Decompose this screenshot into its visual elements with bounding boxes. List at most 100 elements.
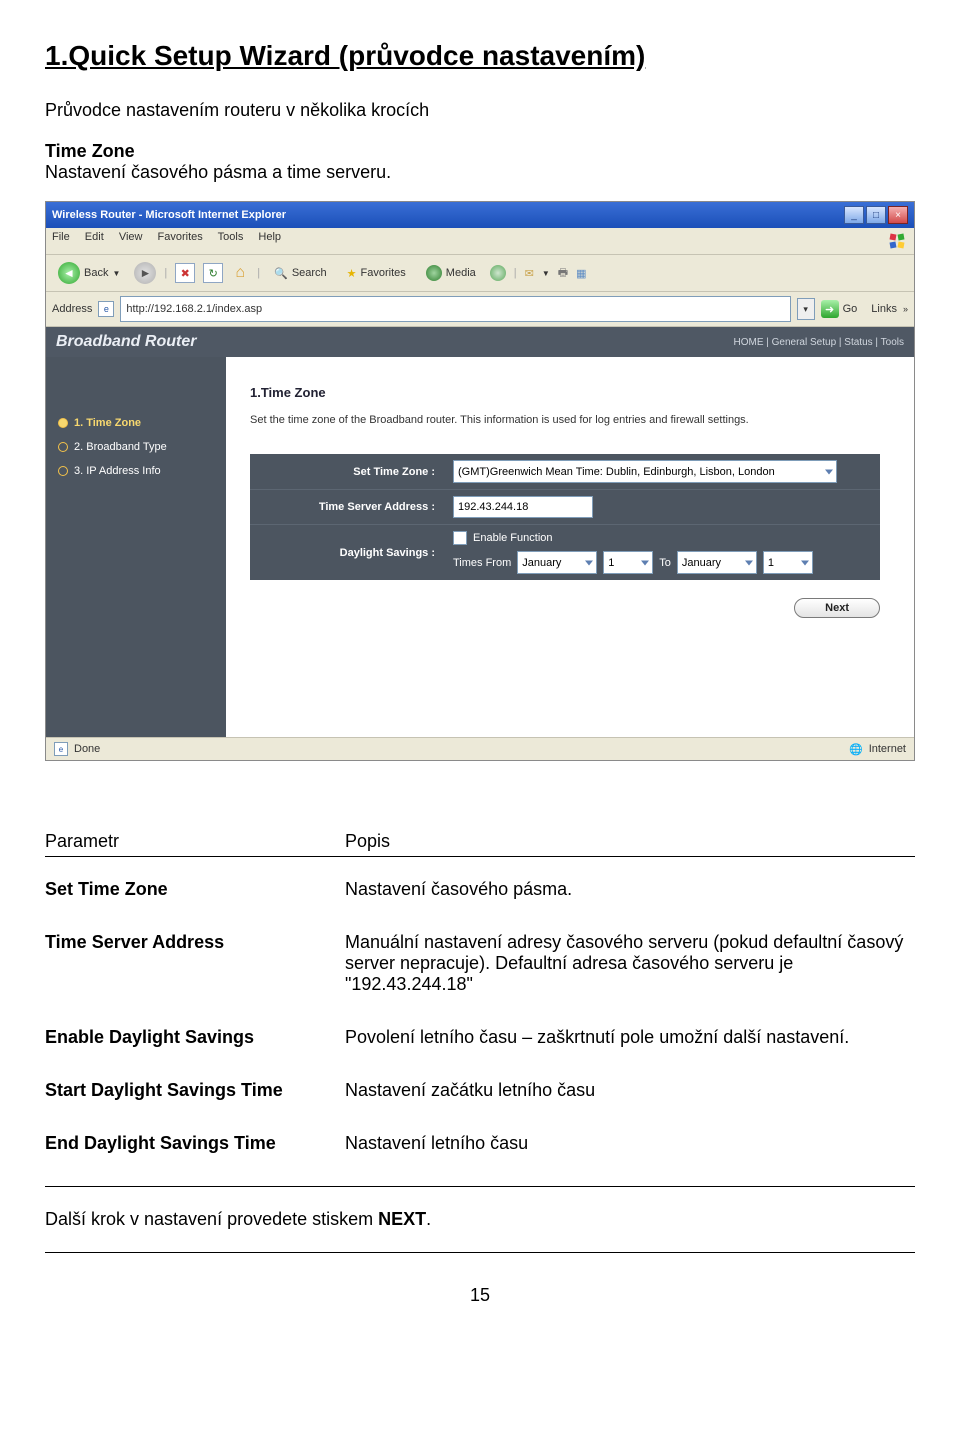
next-button[interactable]: Next <box>794 598 880 618</box>
sidebar-item-label: 1. Time Zone <box>74 417 141 429</box>
note-prefix: Další krok v nastavení provedete stiskem <box>45 1209 378 1229</box>
nav-tools[interactable]: Tools <box>881 337 904 348</box>
to-month-select[interactable]: January <box>677 551 757 574</box>
browser-window: Wireless Router - Microsoft Internet Exp… <box>45 201 915 761</box>
note-bold: NEXT <box>378 1209 426 1229</box>
mail-button[interactable]: ✉ <box>525 267 534 280</box>
param-desc: Povolení letního času – zaškrtnutí pole … <box>345 1027 915 1048</box>
from-month-select[interactable]: January <box>517 551 597 574</box>
router-header: Broadband Router HOME | General Setup | … <box>46 327 914 357</box>
bullet-icon <box>58 442 68 452</box>
ie-logo-icon <box>886 231 908 251</box>
go-arrow-icon: ➜ <box>821 300 839 318</box>
time-server-address-label: Time Server Address : <box>250 493 445 521</box>
menu-file[interactable]: File <box>52 231 70 243</box>
set-time-zone-select[interactable]: (GMT)Greenwich Mean Time: Dublin, Edinbu… <box>453 460 837 483</box>
back-arrow-icon: ◄ <box>58 262 80 284</box>
toolbar: ◄ Back ▼ ► | ✖ ↻ ⌂ | 🔍 Search ★ Favorite… <box>46 255 914 292</box>
times-from-label: Times From <box>453 557 511 569</box>
param-label: Set Time Zone <box>45 879 345 900</box>
bullet-icon <box>58 466 68 476</box>
input-value: 192.43.244.18 <box>458 501 528 513</box>
media-button[interactable]: Media <box>420 263 482 283</box>
nav-home[interactable]: HOME <box>733 337 763 348</box>
chevron-down-icon: ▼ <box>542 269 550 278</box>
enable-function-checkbox[interactable] <box>453 531 467 545</box>
status-text: Done <box>74 743 100 755</box>
edit-button[interactable]: ▦ <box>576 267 586 280</box>
menu-edit[interactable]: Edit <box>85 231 104 243</box>
window-minimize-button[interactable]: _ <box>844 206 864 224</box>
page-heading: 1.Quick Setup Wizard (průvodce nastavení… <box>45 40 915 72</box>
search-label: Search <box>292 267 327 279</box>
section-title: Time Zone <box>45 141 915 162</box>
settings-form: Set Time Zone : (GMT)Greenwich Mean Time… <box>250 454 880 580</box>
select-value: January <box>682 557 721 569</box>
select-value: 1 <box>768 557 774 569</box>
titlebar: Wireless Router - Microsoft Internet Exp… <box>46 202 914 228</box>
address-label: Address <box>52 303 92 315</box>
chevron-right-icon: » <box>903 304 908 314</box>
param-label: Enable Daylight Savings <box>45 1027 345 1048</box>
media-icon <box>426 265 442 281</box>
star-icon: ★ <box>347 267 357 280</box>
content-pane: 1.Time Zone Set the time zone of the Bro… <box>226 357 914 737</box>
menu-favorites[interactable]: Favorites <box>158 231 203 243</box>
go-label: Go <box>843 303 858 315</box>
chevron-down-icon: ▼ <box>112 269 120 278</box>
window-close-button[interactable]: × <box>888 206 908 224</box>
favorites-label: Favorites <box>361 267 406 279</box>
time-server-address-input[interactable]: 192.43.244.18 <box>453 496 593 518</box>
col-header-parametr: Parametr <box>45 831 345 852</box>
address-bar: Address e http://192.168.2.1/index.asp ▾… <box>46 292 914 327</box>
sidebar-item-ip-address[interactable]: 3. IP Address Info <box>58 465 214 477</box>
section-desc: Nastavení časového pásma a time serveru. <box>45 162 915 183</box>
stop-button[interactable]: ✖ <box>175 263 195 283</box>
menu-view[interactable]: View <box>119 231 143 243</box>
window-maximize-button[interactable]: □ <box>866 206 886 224</box>
sidebar-item-timezone[interactable]: 1. Time Zone <box>58 417 214 429</box>
address-input[interactable]: http://192.168.2.1/index.asp <box>120 296 790 322</box>
param-desc: Nastavení letního času <box>345 1133 915 1154</box>
from-day-select[interactable]: 1 <box>603 551 653 574</box>
menu-tools[interactable]: Tools <box>218 231 244 243</box>
content-title: 1.Time Zone <box>250 385 890 400</box>
media-label: Media <box>446 267 476 279</box>
set-time-zone-label: Set Time Zone : <box>250 458 445 486</box>
sidebar-item-broadband-type[interactable]: 2. Broadband Type <box>58 441 214 453</box>
print-button[interactable]: 🖶 <box>558 264 568 283</box>
content-desc: Set the time zone of the Broadband route… <box>250 414 890 426</box>
page-icon: e <box>98 301 114 317</box>
param-desc: Manuální nastavení adresy časového serve… <box>345 932 915 995</box>
enable-function-label: Enable Function <box>473 532 553 544</box>
col-header-popis: Popis <box>345 831 915 852</box>
to-day-select[interactable]: 1 <box>763 551 813 574</box>
param-label: Start Daylight Savings Time <box>45 1080 345 1101</box>
back-label: Back <box>84 267 108 279</box>
param-desc: Nastavení časového pásma. <box>345 879 915 900</box>
next-step-note: Další krok v nastavení provedete stiskem… <box>45 1209 915 1230</box>
page-number: 15 <box>45 1285 915 1306</box>
links-label[interactable]: Links <box>871 303 897 315</box>
search-button[interactable]: 🔍 Search <box>268 265 333 282</box>
nav-status[interactable]: Status <box>844 337 872 348</box>
sidebar-item-label: 3. IP Address Info <box>74 465 161 477</box>
home-button[interactable]: ⌂ <box>231 264 249 282</box>
parameter-table: Parametr Popis Set Time Zone Nastavení č… <box>45 831 915 1154</box>
refresh-button[interactable]: ↻ <box>203 263 223 283</box>
forward-button[interactable]: ► <box>134 262 156 284</box>
history-button[interactable] <box>490 265 506 281</box>
router-brand: Broadband Router <box>56 333 196 351</box>
address-dropdown[interactable]: ▾ <box>797 298 815 320</box>
search-icon: 🔍 <box>274 267 288 280</box>
param-label: End Daylight Savings Time <box>45 1133 345 1154</box>
back-button[interactable]: ◄ Back ▼ <box>52 260 126 286</box>
zone-label: Internet <box>869 743 906 755</box>
favorites-button[interactable]: ★ Favorites <box>341 265 412 282</box>
menu-help[interactable]: Help <box>258 231 281 243</box>
nav-general[interactable]: General Setup <box>772 337 837 348</box>
router-nav: HOME | General Setup | Status | Tools <box>733 337 904 348</box>
sidebar: 1. Time Zone 2. Broadband Type 3. IP Add… <box>46 357 226 737</box>
go-button[interactable]: ➜ Go <box>821 300 858 318</box>
note-suffix: . <box>426 1209 431 1229</box>
